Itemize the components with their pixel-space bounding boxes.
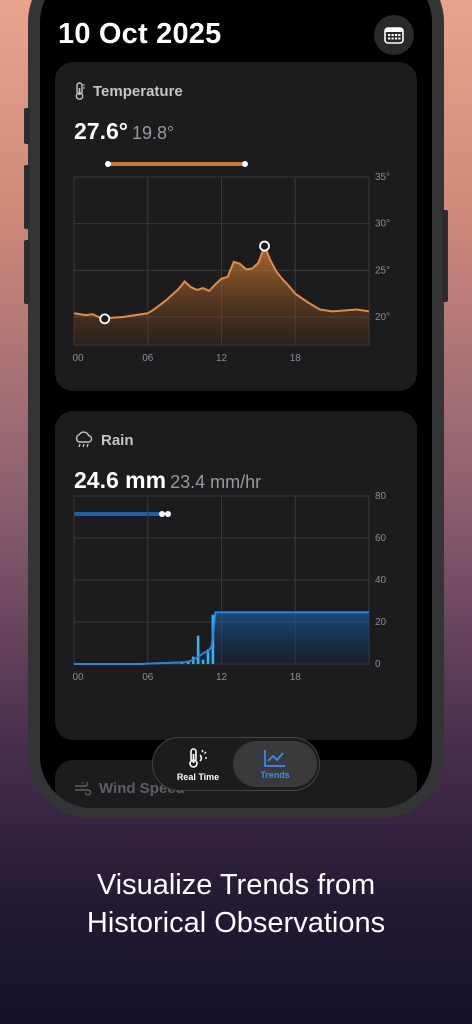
rain-rate-bar [201,659,205,664]
rain-y-tick-label: 60 [375,533,387,544]
rain-x-tick-label: 12 [216,672,228,683]
rain-cloud-icon [75,431,93,448]
rain-y-tick-label: 20 [375,617,387,628]
temperature-header: Temperature [74,82,183,100]
caption-line-2: Historical Observations [86,907,386,939]
tab-trends[interactable]: Trends [233,741,317,787]
temperature-x-tick-label: 18 [290,353,302,364]
temperature-x-tick-label: 12 [216,353,228,364]
page-title: 10 Oct 2025 [58,18,222,50]
temperature-chart: 00 06 12 18 35° 30° 25° 20° [72,172,390,364]
rain-chart: 00 06 12 18 80 60 40 20 0 [72,491,387,683]
rain-x-tick-label: 18 [290,672,302,683]
trend-chart-icon [264,750,285,767]
promo-caption: Visualize Trends from Historical Observa… [0,866,472,942]
temperature-range-bar [107,162,245,166]
rain-x-tick-label: 06 [142,672,154,683]
temperature-min-marker [99,313,111,325]
rain-card[interactable]: Rain 24.6 mm 23.4 mm/hr 00 06 12 18 80 60 40 20 0 [55,411,417,740]
rain-y-tick-label: 80 [375,491,387,502]
calendar-button[interactable] [374,15,414,55]
side-button [442,210,448,302]
tab-bar: Real Time Trends [152,737,320,791]
temperature-x-tick-label: 06 [142,353,154,364]
tab-trends-label: Trends [260,770,290,780]
temperature-card[interactable]: Temperature 27.6° 19.8° 00 06 12 18 35° 30° 25°… [55,62,417,391]
volume-down-button [24,240,30,304]
rain-rate-bar [196,635,200,664]
temperature-current: 27.6° 19.8° [74,118,174,145]
temperature-high-value: 27.6° [74,118,128,144]
rain-title: Rain [101,431,134,449]
rain-header: Rain [74,431,134,449]
calendar-icon [384,27,404,44]
thermometer-icon [75,82,85,100]
temperature-x-tick-label: 00 [72,353,84,364]
wind-icon [75,781,92,796]
temperature-y-tick-label: 25° [375,265,390,276]
temperature-y-tick-label: 30° [375,219,390,230]
caption-line-1: Visualize Trends from [96,869,376,901]
rain-area [74,612,369,664]
temperature-y-tick-label: 20° [375,312,390,323]
weather-thermometer-icon [189,748,207,768]
temperature-y-tick-label: 35° [375,172,390,183]
temperature-max-marker [259,240,270,252]
rain-x-tick-label: 00 [72,672,84,683]
tab-real-time[interactable]: Real Time [157,741,239,787]
rain-y-tick-label: 40 [375,575,387,586]
temperature-low-value: 19.8° [131,123,175,143]
temperature-title: Temperature [93,82,183,100]
app-screen: 10 Oct 2025 Temperature 27.6° 19.8° 00 0… [40,0,432,808]
volume-up-button [24,165,30,229]
tab-real-time-label: Real Time [176,772,220,782]
rain-y-tick-label: 0 [375,659,381,670]
mute-switch [24,108,30,144]
